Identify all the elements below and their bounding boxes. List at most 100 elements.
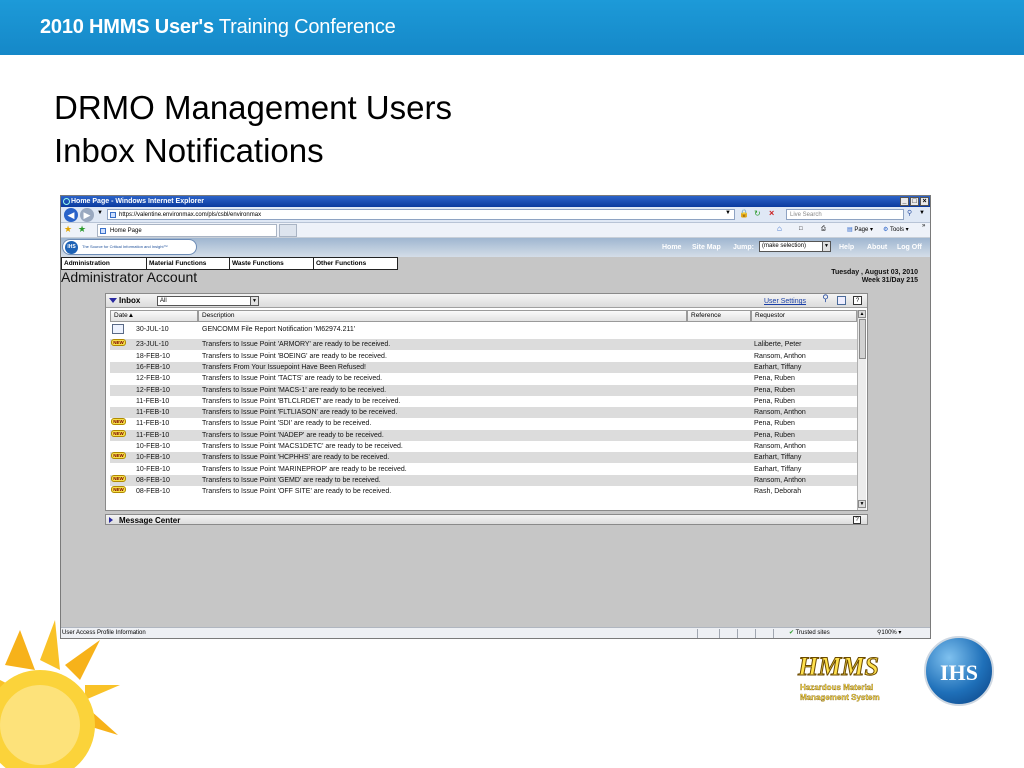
header-band: 2010 HMMS User's Training Conference: [0, 0, 1024, 55]
collapse-caret-icon[interactable]: [109, 298, 117, 303]
ihs-logo-text: IHS: [940, 660, 978, 685]
scroll-thumb[interactable]: [859, 319, 866, 359]
search-icon[interactable]: ⚲: [907, 209, 912, 217]
restore-icon[interactable]: □: [910, 197, 919, 206]
inbox-row[interactable]: NEW 10-FEB-10 Transfers to Issue Point 'HC…: [110, 452, 857, 464]
page-menu-icon: ▤: [847, 227, 853, 233]
menu-other-functions[interactable]: Other Functions: [313, 257, 398, 270]
inbox-row[interactable]: 12-FEB-10 Transfers to Issue Point 'TACTS…: [110, 373, 857, 384]
nav-about[interactable]: About: [867, 244, 887, 251]
nav-home[interactable]: Home: [662, 244, 681, 251]
inbox-row[interactable]: NEW 11-FEB-10 Transfers to Issue Point 'SD…: [110, 418, 857, 429]
current-week-day: Week 31/Day 215: [861, 277, 918, 284]
row-date: 08-FEB-10: [136, 476, 170, 484]
message-center-panel[interactable]: Message Center ?: [105, 514, 868, 525]
scroll-down-icon[interactable]: ▼: [858, 500, 866, 508]
new-badge-icon: NEW: [111, 486, 126, 494]
inbox-row[interactable]: 10-FEB-10 Transfers to Issue Point 'MACS1…: [110, 441, 857, 452]
inbox-filter-select[interactable]: All ▼: [157, 296, 259, 306]
app-content: IHS The Source for Critical Information …: [61, 238, 930, 628]
row-description: Transfers to Issue Point 'NADEP' are rea…: [202, 431, 384, 439]
page-menu[interactable]: ▤ Page ▾: [847, 226, 873, 233]
inbox-row[interactable]: NEW 23-JUL-10 Transfers to Issue Point 'AR…: [110, 339, 857, 351]
history-dropdown-icon[interactable]: ▼: [97, 210, 103, 216]
help-icon[interactable]: ?: [853, 296, 862, 305]
page-menu-label: Page: [854, 227, 869, 233]
inbox-row[interactable]: NEW 11-FEB-10 Transfers to Issue Point 'NA…: [110, 429, 857, 441]
inbox-row[interactable]: 11-FEB-10 Transfers to Issue Point 'BTLCL…: [110, 396, 857, 407]
nav-help[interactable]: Help: [839, 244, 854, 251]
row-requestor: Ransom, Anthon: [754, 476, 806, 484]
feeds-icon[interactable]: □: [799, 226, 803, 232]
expand-caret-icon[interactable]: [109, 517, 113, 523]
inbox-row[interactable]: NEW 08-FEB-10 Transfers to Issue Point 'OF…: [110, 486, 857, 497]
address-dropdown-icon[interactable]: ▼: [725, 210, 731, 216]
row-description: Transfers to Issue Point 'SDI' are ready…: [202, 420, 372, 428]
close-window-icon[interactable]: ×: [920, 197, 929, 206]
row-requestor: Earhart, Tiffany: [754, 454, 802, 462]
refresh-icon[interactable]: ↻: [754, 209, 761, 218]
forward-icon[interactable]: ▶: [80, 208, 94, 222]
copy-icon[interactable]: [837, 296, 846, 305]
nav-log-off[interactable]: Log Off: [897, 244, 922, 251]
inbox-filter-value: All: [160, 298, 167, 304]
address-bar[interactable]: https://valentine.environmax.com/pls/csb…: [107, 209, 735, 220]
row-description: Transfers to Issue Point 'MARINEPROP' ar…: [202, 465, 407, 473]
user-settings-link[interactable]: User Settings: [764, 298, 806, 305]
message-center-title: Message Center: [119, 516, 181, 525]
tools-menu[interactable]: ⚙ Tools ▾: [883, 226, 909, 233]
column-requestor[interactable]: Requestor: [751, 310, 857, 322]
zoom-level[interactable]: ⚲100% ▾: [877, 628, 901, 638]
trusted-sites-zone[interactable]: ✔ Trusted sites: [789, 628, 830, 638]
account-title: Administrator Account: [61, 269, 198, 285]
row-date: 11-FEB-10: [136, 431, 170, 439]
row-requestor: Earhart, Tiffany: [754, 465, 802, 473]
add-favorites-icon[interactable]: ★: [78, 224, 86, 235]
home-icon[interactable]: ⌂: [777, 224, 782, 233]
menu-waste-functions[interactable]: Waste Functions: [229, 257, 314, 270]
browser-screenshot: Home Page - Windows Internet Explorer _ …: [60, 195, 931, 639]
slide-title: DRMO Management Users Inbox Notification…: [54, 86, 452, 172]
print-icon[interactable]: ⎙: [821, 226, 826, 233]
row-requestor: Pena, Ruben: [754, 431, 795, 439]
row-description: Transfers to Issue Point 'TACTS' are rea…: [202, 375, 383, 383]
stop-icon[interactable]: ×: [769, 208, 774, 218]
inbox-row[interactable]: 10-FEB-10 Transfers to Issue Point 'MARIN…: [110, 464, 857, 475]
help-icon[interactable]: ?: [853, 516, 861, 524]
status-divider: [737, 629, 738, 638]
row-description: Transfers to Issue Point 'BTLCLRDET' are…: [202, 397, 401, 405]
inbox-row[interactable]: 18-FEB-10 Transfers to Issue Point 'BOEIN…: [110, 351, 857, 362]
row-date: 11-FEB-10: [136, 409, 170, 417]
search-icon[interactable]: ⚲: [821, 294, 830, 303]
minimize-icon[interactable]: _: [900, 197, 909, 206]
scroll-up-icon[interactable]: ▲: [858, 310, 866, 318]
page-icon: [110, 212, 116, 218]
inbox-scrollbar[interactable]: ▲ ▼: [857, 310, 866, 510]
favorites-star-icon[interactable]: ★: [64, 224, 72, 235]
row-requestor: Ransom, Anthon: [754, 352, 806, 360]
inbox-panel: Inbox All ▼ User Settings ⚲ ? Date▲ Desc…: [105, 293, 868, 511]
search-dropdown-icon[interactable]: ▼: [919, 210, 925, 216]
inbox-rows: 30-JUL-10 GENCOMM File Report Notificatio…: [110, 324, 857, 510]
lock-icon[interactable]: 🔒: [739, 209, 749, 218]
row-requestor: Pena, Ruben: [754, 397, 795, 405]
live-search-input[interactable]: Live Search: [786, 209, 904, 220]
jump-select[interactable]: (make selection) ▼: [759, 241, 831, 252]
back-icon[interactable]: ◀: [64, 208, 78, 222]
inbox-row[interactable]: 30-JUL-10 GENCOMM File Report Notificatio…: [110, 324, 857, 335]
conference-title-bold: 2010 HMMS User's: [40, 16, 214, 38]
ie-logo-icon: [63, 198, 70, 205]
toolbar-overflow-icon[interactable]: »: [922, 223, 925, 229]
inbox-row[interactable]: 11-FEB-10 Transfers to Issue Point 'FLTLI…: [110, 407, 857, 419]
column-date[interactable]: Date▲: [110, 310, 198, 322]
tab-home-page[interactable]: Home Page: [97, 224, 277, 237]
inbox-row[interactable]: 16-FEB-10 Transfers From Your Issuepoint …: [110, 361, 857, 373]
new-tab-button[interactable]: [279, 224, 297, 237]
row-description: Transfers to Issue Point 'HCPHHS' are re…: [202, 454, 390, 462]
inbox-row[interactable]: 12-FEB-10 Transfers to Issue Point 'MACS-…: [110, 384, 857, 396]
ihs-brand-pill[interactable]: IHS The Source for Critical Information …: [62, 239, 197, 255]
inbox-row[interactable]: NEW 08-FEB-10 Transfers to Issue Point 'GE…: [110, 474, 857, 486]
column-description[interactable]: Description: [198, 310, 687, 322]
column-reference[interactable]: Reference: [687, 310, 751, 322]
nav-site-map[interactable]: Site Map: [692, 244, 721, 251]
